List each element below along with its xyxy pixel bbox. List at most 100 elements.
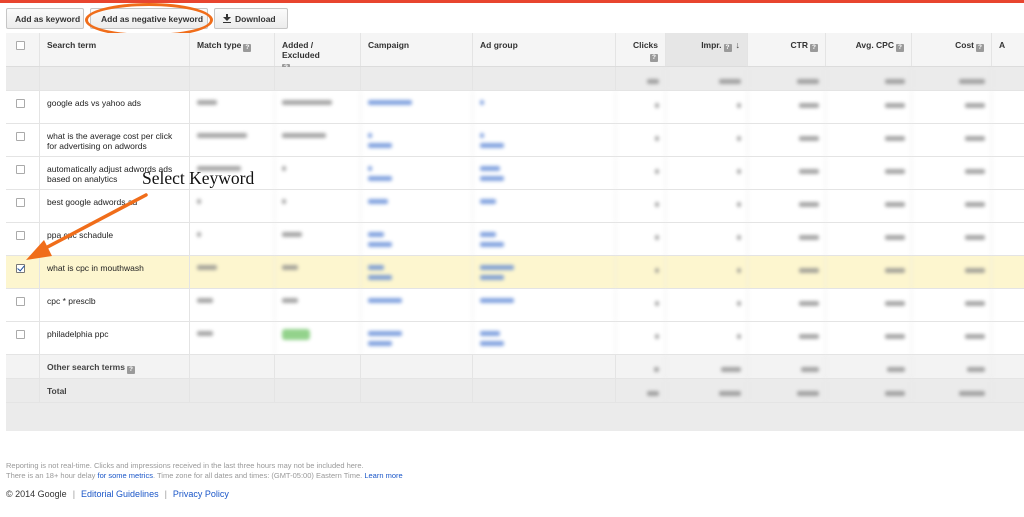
table-row[interactable]: philadelphia ppc: [6, 322, 1024, 355]
search-term-text: ppa cpc schadule: [47, 230, 114, 240]
row-checkbox[interactable]: [16, 297, 25, 306]
col-clicks[interactable]: Clicks?: [616, 33, 666, 66]
privacy-policy-link[interactable]: Privacy Policy: [173, 489, 229, 499]
blurred-value: [361, 289, 473, 321]
add-as-keyword-button[interactable]: Add as keyword: [6, 8, 84, 29]
reporting-notice: Reporting is not real-time. Clicks and i…: [6, 461, 403, 481]
blurred-value: [361, 223, 473, 255]
search-term-text: cpc * presclb: [47, 296, 96, 306]
blurred-value: [473, 256, 616, 288]
blurred-value: [912, 91, 992, 123]
search-term-text: what is the average cost per click for a…: [47, 131, 173, 151]
blurred-value: [666, 124, 748, 156]
blurred-value: [912, 379, 992, 402]
col-search-term[interactable]: Search term: [40, 33, 190, 66]
blurred-value: [666, 223, 748, 255]
col-more[interactable]: A: [992, 33, 1024, 66]
blurred-value: [912, 157, 992, 189]
annotation-label: Select Keyword: [142, 168, 255, 188]
row-checkbox[interactable]: [16, 264, 25, 273]
sort-down-icon: ↓: [735, 40, 741, 50]
help-icon[interactable]: ?: [976, 44, 984, 52]
help-icon[interactable]: ?: [896, 44, 904, 52]
row-checkbox[interactable]: [16, 132, 25, 141]
blurred-value: [826, 91, 912, 123]
blurred-value: [190, 322, 275, 354]
help-icon[interactable]: ?: [810, 44, 818, 52]
blurred-value: [473, 289, 616, 321]
blurred-value: [748, 322, 826, 354]
blurred-value: [826, 379, 912, 402]
table-row[interactable]: cpc * presclb: [6, 289, 1024, 322]
download-button[interactable]: Download: [214, 8, 288, 29]
table-row[interactable]: best google adwords ad: [6, 190, 1024, 223]
col-impressions[interactable]: Impr.? ↓: [666, 33, 748, 66]
col-ctr[interactable]: CTR?: [748, 33, 826, 66]
row-checkbox[interactable]: [16, 99, 25, 108]
add-as-negative-keyword-button[interactable]: Add as negative keyword: [90, 8, 208, 29]
blurred-value: [666, 157, 748, 189]
table-row[interactable]: what is the average cost per click for a…: [6, 124, 1024, 157]
help-icon[interactable]: ?: [723, 44, 732, 52]
top-accent-bar: [0, 0, 1024, 3]
blurred-value: [473, 322, 616, 354]
blurred-value: [666, 91, 748, 123]
table-header: Search term Match type? Added / Excluded…: [6, 33, 1024, 72]
blurred-value: [275, 157, 361, 189]
download-label: Download: [235, 13, 276, 24]
table-row[interactable]: what is cpc in mouthwash: [6, 256, 1024, 289]
search-term-text: what is cpc in mouthwash: [47, 263, 144, 273]
col-cost[interactable]: Cost?: [912, 33, 992, 66]
blurred-value: [912, 223, 992, 255]
learn-more-link[interactable]: Learn more: [364, 471, 402, 480]
help-icon[interactable]: ?: [650, 54, 658, 62]
table-footer-bar: [6, 403, 1024, 431]
row-checkbox[interactable]: [16, 198, 25, 207]
col-match-type[interactable]: Match type?: [190, 33, 275, 66]
blurred-value: [361, 124, 473, 156]
blurred-value: [912, 67, 992, 90]
help-icon[interactable]: ?: [243, 44, 252, 52]
col-avg-cpc[interactable]: Avg. CPC?: [826, 33, 912, 66]
blurred-value: [275, 124, 361, 156]
blurred-value: [473, 157, 616, 189]
table-row[interactable]: ppa cpc schadule: [6, 223, 1024, 256]
row-checkbox[interactable]: [16, 231, 25, 240]
total-row: Total: [6, 379, 1024, 403]
blurred-value: [826, 157, 912, 189]
blurred-value: [473, 91, 616, 123]
search-term-text: best google adwords ad: [47, 197, 138, 207]
row-checkbox[interactable]: [16, 330, 25, 339]
blurred-value: [912, 289, 992, 321]
blurred-value: [616, 91, 666, 123]
blurred-value: [275, 289, 361, 321]
select-all-checkbox[interactable]: [16, 41, 25, 50]
blurred-value: [361, 322, 473, 354]
blurred-value: [190, 124, 275, 156]
blurred-value: [275, 91, 361, 123]
col-ad-group[interactable]: Ad group: [473, 33, 616, 66]
blurred-value: [826, 223, 912, 255]
blurred-value: [473, 124, 616, 156]
blurred-value: [361, 157, 473, 189]
col-campaign[interactable]: Campaign: [361, 33, 473, 66]
blurred-value: [190, 223, 275, 255]
blurred-value: [190, 91, 275, 123]
help-icon[interactable]: ?: [126, 366, 135, 374]
editorial-guidelines-link[interactable]: Editorial Guidelines: [81, 489, 159, 499]
row-checkbox[interactable]: [16, 165, 25, 174]
blurred-value: [826, 322, 912, 354]
blurred-value: [361, 256, 473, 288]
table-row[interactable]: google ads vs yahoo ads: [6, 91, 1024, 124]
some-metrics-link[interactable]: for some metrics: [98, 471, 153, 480]
blurred-value: [826, 124, 912, 156]
blurred-value: [748, 91, 826, 123]
col-added-excluded[interactable]: Added / Excluded?: [275, 33, 361, 72]
search-term-text: philadelphia ppc: [47, 329, 109, 339]
blurred-value: [748, 256, 826, 288]
blurred-value: [748, 355, 826, 378]
blurred-value: [616, 157, 666, 189]
blurred-value: [616, 67, 666, 90]
blurred-value: [748, 223, 826, 255]
blurred-value: [473, 190, 616, 222]
